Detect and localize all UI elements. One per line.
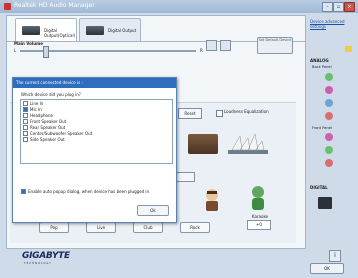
digital-port-icon[interactable] [318,197,332,209]
gigabyte-logo: GIGABYTE [22,251,70,261]
device-advanced-settings-link[interactable]: Device advanced settings [310,19,352,29]
back-jack-pink-icon[interactable] [325,86,333,94]
back-jack-blue-icon[interactable] [325,99,333,107]
app-logo-icon [4,3,11,10]
close-button[interactable]: × [344,2,355,12]
environment-opera-house-icon[interactable] [228,132,268,154]
set-default-device-button[interactable]: Set Default Device [257,37,293,54]
preset-rock-button[interactable]: Rock [180,222,210,233]
title-bar[interactable]: Realtek HD Audio Manager – ▫ × [0,0,358,13]
front-jack-red-icon[interactable] [325,159,333,167]
karaoke-value[interactable]: +0 [247,220,271,230]
front-panel-label: Front Panel [312,126,332,130]
restore-button[interactable]: ▫ [333,2,344,12]
auto-popup-checkbox[interactable] [21,189,26,194]
back-panel-label: Back Panel [312,65,332,69]
tab-label: Digital Output(Optical) [44,28,76,38]
preset-live-button[interactable]: Live [86,222,116,233]
digital-heading: DIGITAL [310,185,328,190]
front-jack-green-icon[interactable] [325,146,333,154]
auto-popup-label: Enable auto popup dialog, when device ha… [28,189,150,194]
karaoke-label: Karaoke [251,214,269,219]
speaker-icon[interactable] [206,40,217,51]
analog-heading: ANALOG [310,58,329,63]
device-connected-dialog: The current connected device is : Which … [12,77,177,223]
option-side-speaker-out[interactable]: Side Speaker Out [23,137,65,143]
preset-pop-button[interactable]: Pop [39,222,69,233]
device-options-list: Line In Mic In Headphone Front Speaker O… [20,99,173,164]
ok-button[interactable]: OK [310,263,344,274]
digital-jack-icon [86,26,104,35]
back-jack-green-icon[interactable] [325,73,333,81]
checkbox[interactable] [23,101,28,106]
checkbox[interactable] [23,113,28,118]
auto-popup-option[interactable]: Enable auto popup dialog, when device ha… [21,189,149,195]
environment-chest-icon[interactable] [188,134,218,154]
option-label: Mic In [30,107,42,112]
checkbox[interactable] [23,137,28,142]
reset-button[interactable]: Reset [178,108,202,119]
option-label: Front Speaker Out [30,119,67,124]
tab-digital-output-optical[interactable]: Digital Output(Optical) [15,18,77,41]
option-label: Headphone [30,113,53,118]
main-volume-label: Main Volume [14,41,44,46]
option-label: Line In [30,101,44,106]
checkbox[interactable] [23,119,28,124]
audio-manager-window: Realtek HD Audio Manager – ▫ × Digital O… [0,0,358,278]
option-label: Side Speaker Out [30,137,65,142]
option-label: Rear Speaker Out [30,125,66,130]
option-label: Center/Subwoofer Speaker Out [30,131,93,136]
volume-slider-thumb[interactable] [42,46,49,58]
optical-jack-icon [22,26,40,35]
right-channel-label: R [200,48,203,53]
info-button[interactable]: i [329,250,341,262]
dialog-ok-button[interactable]: Ok [137,205,169,216]
checkbox[interactable] [23,131,28,136]
mute-icon[interactable] [220,40,231,51]
equalizer-button[interactable] [175,172,195,182]
character-icon[interactable] [202,188,222,214]
karaoke-icon[interactable] [247,185,269,211]
checkbox[interactable] [23,125,28,130]
back-jack-red-icon[interactable] [325,112,333,120]
left-channel-label: L [14,48,17,53]
preset-club-button[interactable]: Club [133,222,163,233]
dialog-question: Which device did you plug in? [21,92,81,97]
loudness-label: Loudness Equalization [224,109,269,114]
dialog-title: The current connected device is : [13,78,176,88]
checkbox[interactable] [23,107,28,112]
front-jack-pink-icon[interactable] [325,133,333,141]
window-title: Realtek HD Audio Manager [14,2,95,9]
tab-label: Digital Output [108,28,137,33]
loudness-checkbox[interactable] [216,110,223,117]
folder-icon[interactable] [345,46,352,52]
gigabyte-tagline: TECHNOLOGY [24,262,52,265]
tab-digital-output[interactable]: Digital Output [79,18,141,41]
minimize-button[interactable]: – [322,2,333,12]
